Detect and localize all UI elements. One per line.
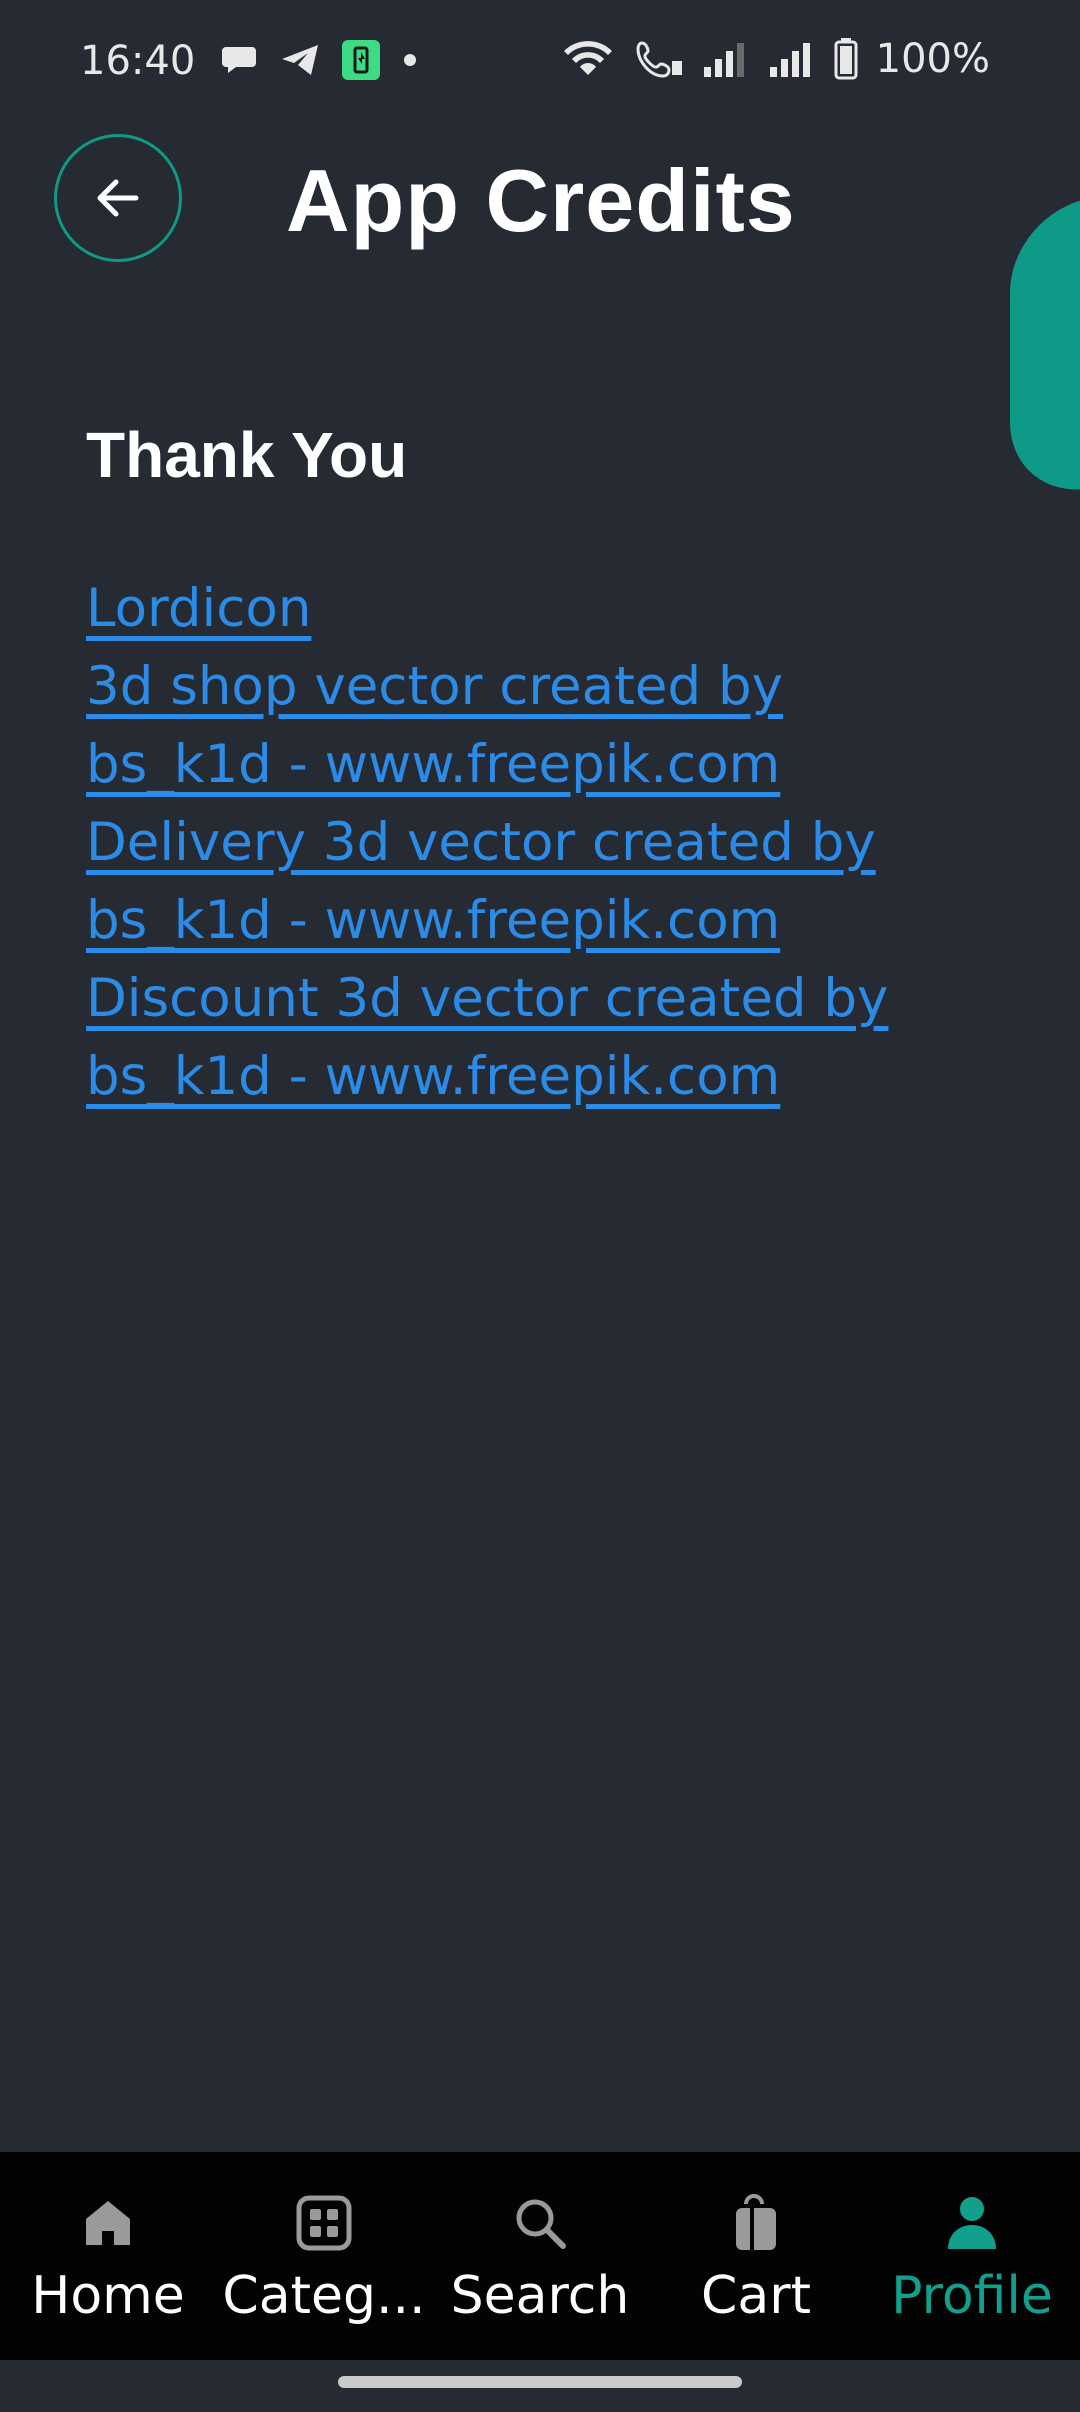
telegram-icon <box>282 45 318 75</box>
nav-categories-label: Categ... <box>222 2266 426 2326</box>
battery-saver-icon <box>342 40 380 80</box>
credit-link-shop-vector[interactable]: 3d shop vector created by <box>86 648 986 726</box>
gesture-navigation-handle[interactable] <box>338 2376 742 2388</box>
nav-home[interactable]: Home <box>0 2152 216 2360</box>
profile-icon <box>948 2197 996 2249</box>
credit-link-delivery-vector[interactable]: Delivery 3d vector created by <box>86 804 986 882</box>
decorative-accent-shape <box>1010 187 1080 503</box>
nav-cart-label: Cart <box>701 2266 811 2326</box>
signal-1-icon <box>703 43 744 77</box>
page-title: App Credits <box>286 151 796 250</box>
dot-icon <box>404 54 416 66</box>
credit-link-lordicon[interactable]: Lordicon <box>86 570 986 648</box>
back-button[interactable] <box>54 134 182 262</box>
nav-profile[interactable]: Profile <box>864 2152 1080 2360</box>
credit-link-shop-vector-author[interactable]: bs_k1d - www.freepik.com <box>86 726 986 804</box>
wifi-icon <box>563 41 612 75</box>
signal-2-icon <box>769 43 810 77</box>
notification-icons <box>220 40 418 80</box>
credit-link-delivery-vector-author[interactable]: bs_k1d - www.freepik.com <box>86 882 986 960</box>
credit-link-discount-vector[interactable]: Discount 3d vector created by <box>86 960 986 1038</box>
cart-icon <box>736 2194 776 2250</box>
chat-icon <box>222 47 256 73</box>
bottom-navigation: Home Categ... Search Cart Profile <box>0 2152 1080 2360</box>
nav-cart[interactable]: Cart <box>648 2152 864 2360</box>
status-bar: 16:40 100% <box>0 0 1080 125</box>
categories-icon <box>296 2195 352 2251</box>
nav-home-label: Home <box>31 2266 185 2326</box>
search-icon <box>516 2199 566 2249</box>
credit-link-discount-vector-author[interactable]: bs_k1d - www.freepik.com <box>86 1038 986 1116</box>
arrow-left-icon <box>97 179 139 217</box>
status-time: 16:40 <box>80 38 196 84</box>
credits-list: Lordicon 3d shop vector created by bs_k1… <box>86 570 986 1116</box>
nav-categories[interactable]: Categ... <box>216 2152 432 2360</box>
wifi-calling-icon <box>636 41 682 78</box>
nav-search[interactable]: Search <box>432 2152 648 2360</box>
section-title: Thank You <box>86 419 408 491</box>
battery-percentage: 100% <box>875 36 990 82</box>
status-right: 100% <box>560 36 990 82</box>
nav-profile-label: Profile <box>891 2266 1053 2326</box>
battery-icon <box>834 38 858 80</box>
nav-search-label: Search <box>450 2266 630 2326</box>
home-icon <box>86 2201 130 2245</box>
